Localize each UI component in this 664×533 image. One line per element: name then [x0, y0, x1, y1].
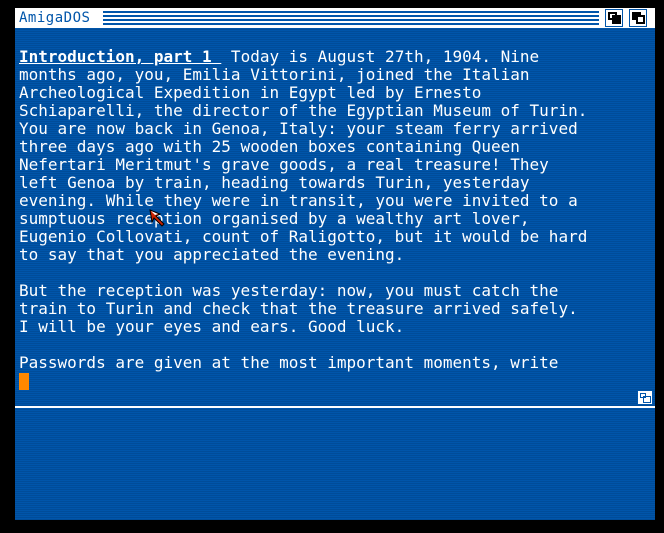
- console-line: I will be your eyes and ears. Good luck.: [19, 317, 405, 336]
- console-line: Schiaparelli, the director of the Egypti…: [19, 101, 588, 120]
- console-line: three days ago with 25 wooden boxes cont…: [19, 137, 520, 156]
- zoom-gadget[interactable]: [605, 9, 623, 27]
- console-line-0: Introduction, part 1 Today is August 27t…: [19, 48, 639, 66]
- console-line-0-text: Today is August 27th, 1904. Nine: [221, 47, 540, 66]
- console-line: Eugenio Collovati, count of Raligotto, b…: [19, 227, 588, 246]
- console-line: months ago, you, Emilia Vittorini, joine…: [19, 65, 530, 84]
- console-line: Passwords are given at the most importan…: [19, 353, 559, 372]
- console-line: You are now back in Genoa, Italy: your s…: [19, 119, 578, 138]
- console-line: evening. While they were in transit, you…: [19, 191, 578, 210]
- section-heading: Introduction, part 1: [19, 47, 222, 66]
- console-line: But the reception was yesterday: now, yo…: [19, 281, 559, 300]
- depth-gadget[interactable]: [629, 9, 647, 27]
- console-line: to say that you appreciated the evening.: [19, 245, 405, 264]
- console-line: Archeological Expedition in Egypt led by…: [19, 83, 482, 102]
- text-cursor[interactable]: [19, 373, 29, 390]
- mouse-pointer-icon: [149, 209, 165, 227]
- window-titlebar[interactable]: AmigaDOS: [15, 8, 655, 28]
- resize-gadget[interactable]: [637, 390, 653, 405]
- titlebar-drag-bar[interactable]: [103, 11, 599, 25]
- console-line: left Genoa by train, heading towards Tur…: [19, 173, 530, 192]
- console-line: sumptuous reception organised by a wealt…: [19, 209, 530, 228]
- console-line: train to Turin and check that the treasu…: [19, 299, 578, 318]
- console-window[interactable]: AmigaDOS Introduction, part 1 Today is A…: [15, 8, 655, 408]
- amiga-screen: AmigaDOS Introduction, part 1 Today is A…: [15, 8, 655, 520]
- window-title: AmigaDOS: [19, 10, 91, 26]
- console-line: Nefertari Meritmut's grave goods, a real…: [19, 155, 549, 174]
- console-text: Introduction, part 1 Today is August 27t…: [19, 48, 639, 372]
